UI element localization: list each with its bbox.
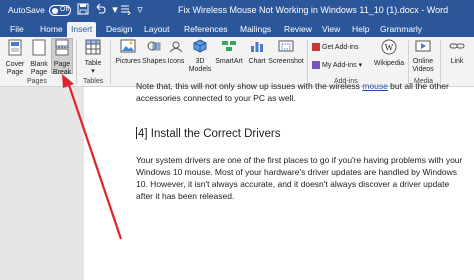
arrow-head: [62, 74, 74, 88]
annotation-arrow: [62, 74, 123, 240]
arrow-shaft: [66, 81, 123, 240]
